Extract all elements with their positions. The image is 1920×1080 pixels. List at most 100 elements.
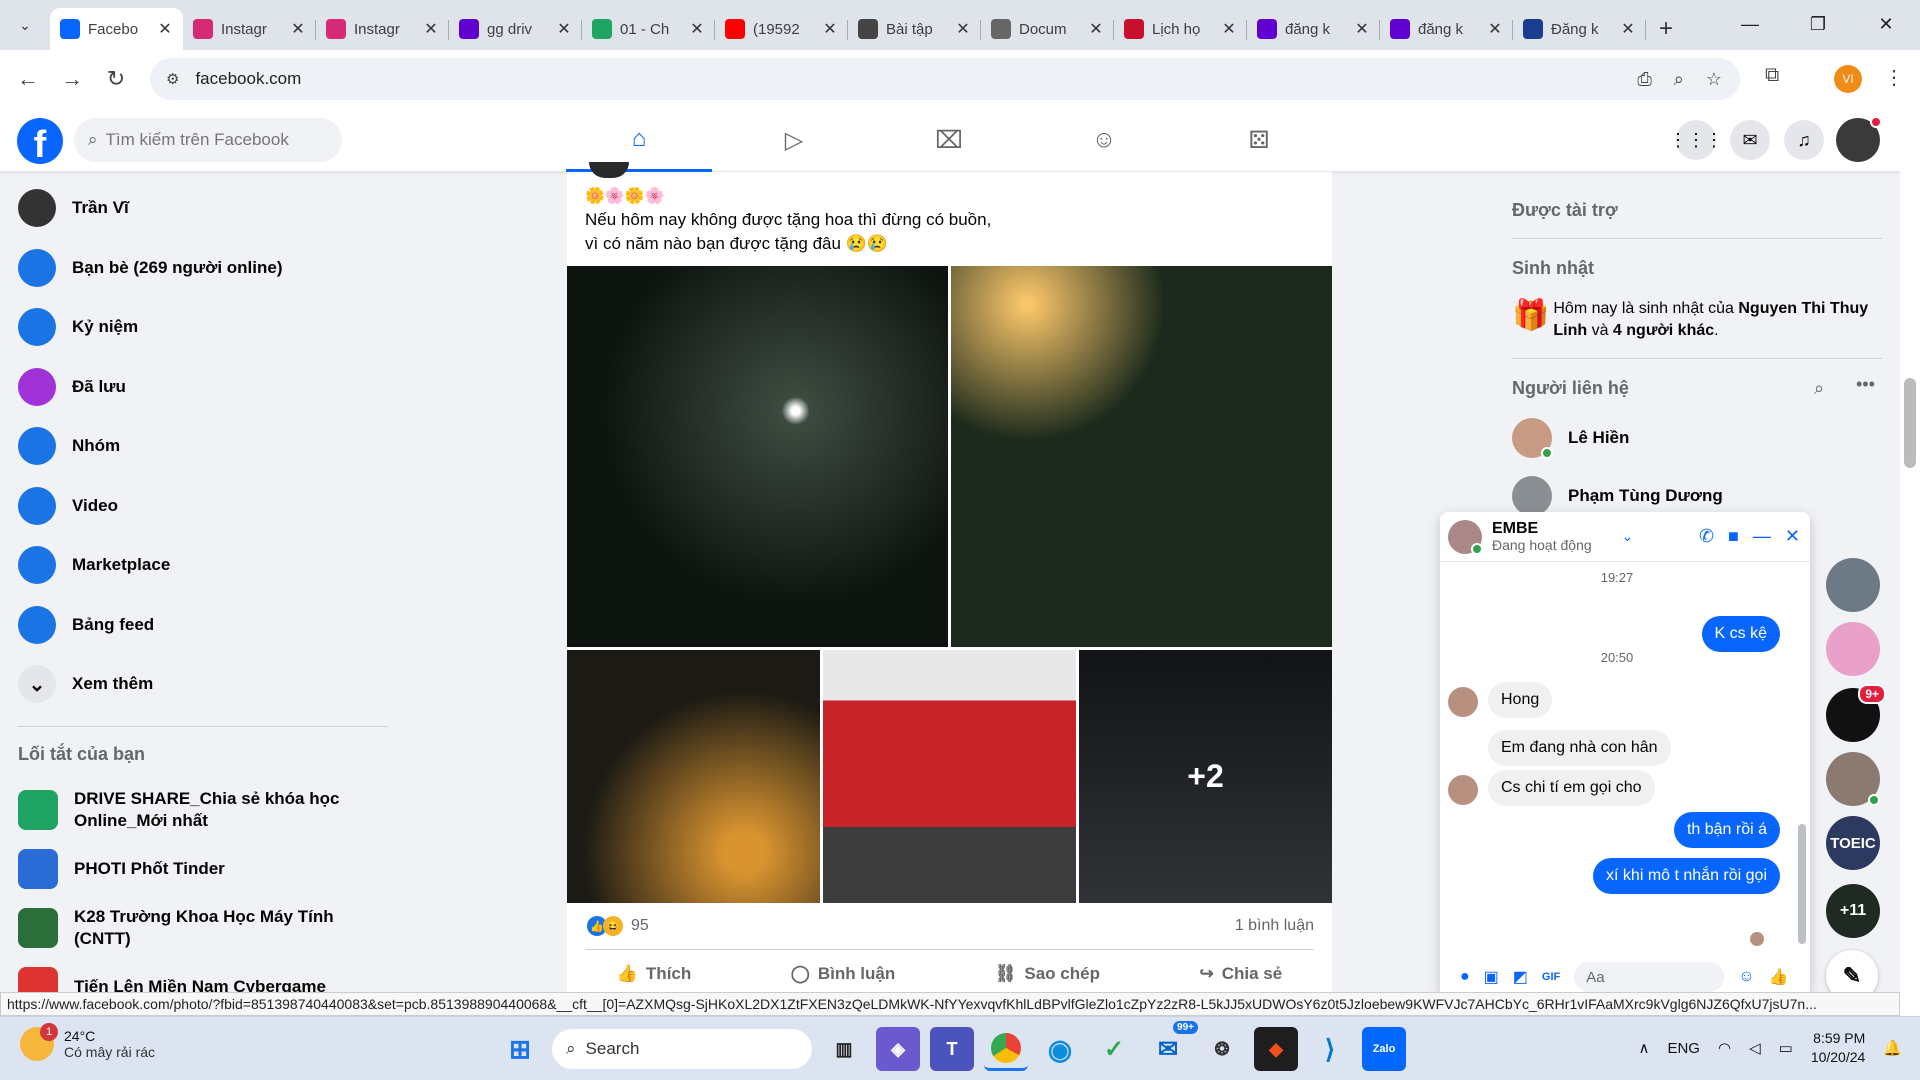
browser-tab[interactable]: Lịch họ ✕ (1114, 8, 1247, 50)
minimize-button[interactable]: — (1716, 0, 1784, 48)
chat-avatar[interactable] (1448, 519, 1483, 555)
browser-tab[interactable]: đăng k ✕ (1247, 8, 1380, 50)
post-action-share[interactable]: ↪ Chia sẻ (1199, 954, 1282, 994)
sidebar-item[interactable]: Trần Vĩ (18, 182, 129, 234)
chat-name[interactable]: EMBE (1492, 520, 1592, 537)
close-tab-icon[interactable]: ✕ (1620, 19, 1636, 39)
contact-item[interactable]: Lê Hiền (1512, 418, 1629, 459)
like-send-icon[interactable]: 👍 (1769, 967, 1789, 987)
chrome-icon[interactable] (984, 1027, 1028, 1071)
teams-icon[interactable]: T (930, 1027, 974, 1071)
post-photo[interactable] (951, 266, 1332, 647)
close-tab-icon[interactable]: ✕ (1354, 19, 1370, 39)
message-bubble-sent[interactable]: xí khi mô t nhắn rồi gọi (1593, 858, 1780, 894)
forward-button[interactable]: → (50, 57, 94, 101)
taskbar-search[interactable]: ⌕ Search (552, 1029, 812, 1069)
more-options-icon[interactable]: ••• (1856, 374, 1875, 395)
post-photo[interactable] (567, 650, 820, 903)
post-photo[interactable]: +2 (1079, 650, 1332, 903)
scroll-thumb[interactable] (1798, 824, 1806, 944)
extensions-icon[interactable]: ⧉ (1765, 64, 1779, 87)
edge-icon[interactable]: ◉ (1038, 1027, 1082, 1071)
nav-home-tab[interactable]: ⌂ (566, 108, 712, 172)
post-photo[interactable] (823, 650, 1076, 903)
photo-icon[interactable]: ▣ (1484, 967, 1499, 987)
close-tab-icon[interactable]: ✕ (1221, 19, 1237, 39)
figma-icon[interactable]: ◆ (1254, 1027, 1298, 1071)
chat-scrollbar[interactable] (1798, 574, 1806, 964)
message-input[interactable]: Aa (1574, 962, 1725, 992)
wifi-icon[interactable]: ◠ (1718, 1039, 1731, 1057)
phone-icon[interactable]: ✆ (1699, 526, 1714, 547)
menu-button[interactable]: ⋮⋮⋮ (1669, 120, 1723, 160)
sidebar-item[interactable]: Marketplace (18, 539, 170, 591)
reactions-summary[interactable]: 👍 😆 95 (587, 916, 649, 936)
comments-count[interactable]: 1 bình luận (1235, 917, 1314, 935)
browser-menu-icon[interactable]: ⋮ (1884, 65, 1904, 90)
mail-icon[interactable]: ✉ 99+ (1146, 1021, 1198, 1071)
start-button[interactable]: ⊞ (498, 1027, 542, 1071)
post-action-copy-link[interactable]: ⛓ Sao chép (995, 954, 1100, 994)
sticker-icon[interactable]: ◩ (1513, 967, 1528, 987)
facebook-search[interactable]: ⌕ (74, 118, 342, 162)
message-bubble-received[interactable]: Hong (1488, 682, 1553, 718)
minimize-chat-icon[interactable]: — (1753, 526, 1771, 547)
gif-icon[interactable]: GIF (1542, 971, 1560, 983)
restore-button[interactable]: ❐ (1784, 0, 1852, 48)
account-avatar[interactable] (1836, 116, 1882, 162)
shortcut-item[interactable]: K28 Trường Khoa Học Máy Tính (CNTT) (18, 902, 388, 954)
zoom-icon[interactable]: ⌕ (1674, 69, 1684, 90)
chevron-down-icon[interactable]: ⌄ (1622, 528, 1634, 545)
search-input[interactable] (105, 130, 306, 150)
more-photos-overlay[interactable]: +2 (1079, 650, 1332, 903)
sidebar-item[interactable]: Kỷ niệm (18, 301, 138, 353)
scroll-thumb[interactable] (1904, 378, 1916, 468)
chat-head[interactable]: 9+ (1826, 684, 1886, 742)
volume-icon[interactable]: ◁ (1749, 1039, 1761, 1057)
more-chats[interactable]: +11 (1826, 884, 1880, 938)
sidebar-item[interactable]: Bảng feed (18, 599, 154, 651)
birthday-item[interactable]: 🎁 Hôm nay là sinh nhật của Nguyen Thi Th… (1512, 298, 1882, 342)
copilot-icon[interactable]: ◈ (876, 1027, 920, 1071)
sidebar-item[interactable]: Bạn bè (269 người online) (18, 242, 282, 294)
profile-avatar[interactable]: VI (1834, 65, 1862, 93)
vscode-icon[interactable]: ⟩ (1308, 1027, 1352, 1071)
chat-head-toeic[interactable]: TOEIC (1826, 816, 1880, 870)
notifications-icon[interactable]: 🔔 (1883, 1039, 1902, 1057)
chat-header[interactable]: EMBE Đang hoạt động ⌄ ✆ ■ — ✕ (1440, 512, 1810, 562)
close-window-button[interactable]: ✕ (1852, 0, 1920, 48)
close-tab-icon[interactable]: ✕ (1088, 19, 1104, 39)
emoji-icon[interactable]: ☺ (1738, 968, 1754, 986)
shortcut-item[interactable]: PHOTI Phốt Tinder (18, 843, 388, 895)
browser-tab[interactable]: Instagr ✕ (183, 8, 316, 50)
nav-marketplace-tab[interactable]: ⌧ (876, 108, 1022, 172)
close-tab-icon[interactable]: ✕ (290, 19, 306, 39)
browser-tab[interactable]: 01 - Ch ✕ (582, 8, 715, 50)
zalo-icon[interactable]: Zalo (1362, 1027, 1406, 1071)
close-tab-icon[interactable]: ✕ (157, 19, 173, 39)
sidebar-item[interactable]: Đã lưu (18, 361, 126, 413)
close-chat-icon[interactable]: ✕ (1785, 526, 1800, 547)
nav-gaming-tab[interactable]: ⚄ (1186, 108, 1332, 172)
close-tab-icon[interactable]: ✕ (423, 19, 439, 39)
battery-icon[interactable]: ▭ (1779, 1039, 1793, 1057)
contact-item[interactable]: Phạm Tùng Dương (1512, 476, 1723, 516)
post-photo[interactable] (567, 266, 948, 647)
browser-tab[interactable]: gg driv ✕ (449, 8, 582, 50)
chat-head[interactable] (1826, 622, 1880, 676)
video-call-icon[interactable]: ■ (1728, 526, 1739, 547)
clock[interactable]: 8:59 PM 10/20/24 (1811, 1029, 1866, 1067)
browser-tab[interactable]: Bài tập ✕ (848, 8, 981, 50)
chat-head[interactable] (1826, 752, 1880, 806)
reload-button[interactable]: ↻ (94, 57, 138, 101)
birthday-others[interactable]: 4 người khác (1613, 322, 1714, 339)
browser-tab[interactable]: Đăng k ✕ (1513, 8, 1646, 50)
close-tab-icon[interactable]: ✕ (955, 19, 971, 39)
close-tab-icon[interactable]: ✕ (689, 19, 705, 39)
app-icon[interactable]: ❂ (1200, 1027, 1244, 1071)
message-bubble-sent[interactable]: th bận rồi á (1673, 812, 1780, 848)
notifications-button[interactable]: ♫ (1784, 120, 1824, 160)
page-scrollbar[interactable] (1900, 108, 1920, 1016)
language-indicator[interactable]: ENG (1667, 1040, 1700, 1057)
bookmark-star-icon[interactable]: ☆ (1706, 69, 1722, 90)
